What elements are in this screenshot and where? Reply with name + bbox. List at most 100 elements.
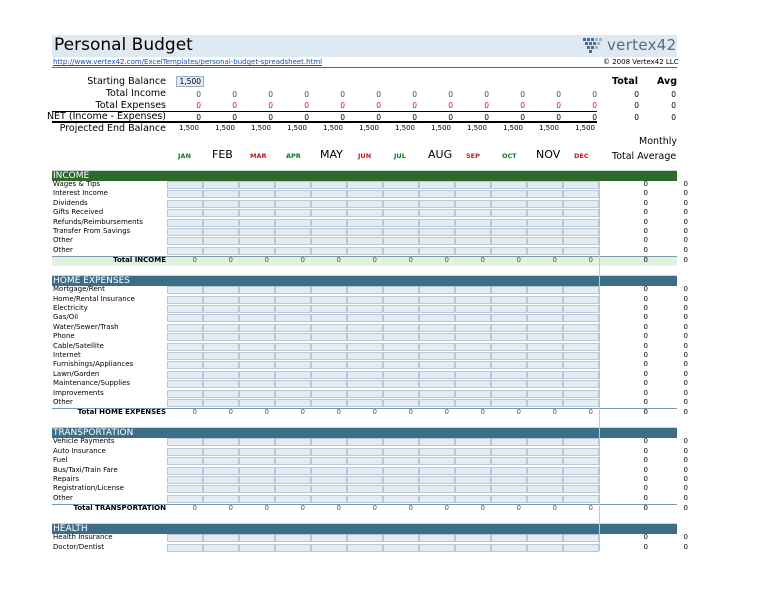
budget-cell[interactable]	[563, 380, 599, 389]
budget-cell[interactable]	[311, 534, 347, 543]
budget-cell[interactable]	[167, 361, 203, 370]
budget-cell[interactable]	[563, 246, 599, 255]
budget-cell[interactable]	[563, 199, 599, 208]
budget-cell[interactable]	[419, 494, 455, 503]
budget-cell[interactable]	[455, 199, 491, 208]
budget-cell[interactable]	[311, 237, 347, 246]
budget-cell[interactable]	[311, 361, 347, 370]
budget-cell[interactable]	[491, 370, 527, 379]
budget-cell[interactable]	[167, 494, 203, 503]
budget-cell[interactable]	[491, 209, 527, 218]
budget-cell[interactable]	[203, 246, 239, 255]
budget-cell[interactable]	[491, 237, 527, 246]
budget-cell[interactable]	[275, 399, 311, 407]
budget-cell[interactable]	[203, 380, 239, 389]
budget-cell[interactable]	[455, 286, 491, 295]
budget-cell[interactable]	[239, 543, 275, 552]
budget-cell[interactable]	[239, 237, 275, 246]
budget-cell[interactable]	[275, 380, 311, 389]
budget-cell[interactable]	[383, 485, 419, 494]
budget-cell[interactable]	[311, 389, 347, 398]
budget-cell[interactable]	[167, 209, 203, 218]
budget-cell[interactable]	[527, 534, 563, 543]
budget-cell[interactable]	[239, 286, 275, 295]
budget-cell[interactable]	[527, 399, 563, 407]
budget-cell[interactable]	[167, 447, 203, 456]
budget-cell[interactable]	[275, 457, 311, 466]
budget-cell[interactable]	[239, 209, 275, 218]
budget-cell[interactable]	[275, 333, 311, 342]
budget-cell[interactable]	[239, 199, 275, 208]
budget-cell[interactable]	[419, 237, 455, 246]
budget-cell[interactable]	[167, 323, 203, 332]
budget-cell[interactable]	[383, 314, 419, 323]
budget-cell[interactable]	[347, 181, 383, 189]
budget-cell[interactable]	[491, 494, 527, 503]
budget-cell[interactable]	[527, 466, 563, 475]
budget-cell[interactable]	[491, 380, 527, 389]
budget-cell[interactable]	[239, 228, 275, 236]
budget-cell[interactable]	[167, 476, 203, 484]
budget-cell[interactable]	[347, 457, 383, 466]
budget-cell[interactable]	[203, 389, 239, 398]
budget-cell[interactable]	[347, 466, 383, 475]
budget-cell[interactable]	[527, 190, 563, 199]
budget-cell[interactable]	[167, 457, 203, 466]
budget-cell[interactable]	[311, 399, 347, 407]
budget-cell[interactable]	[167, 380, 203, 389]
budget-cell[interactable]	[347, 485, 383, 494]
budget-cell[interactable]	[203, 399, 239, 407]
budget-cell[interactable]	[527, 361, 563, 370]
budget-cell[interactable]	[455, 485, 491, 494]
budget-cell[interactable]	[167, 352, 203, 360]
budget-cell[interactable]	[347, 438, 383, 447]
budget-cell[interactable]	[239, 457, 275, 466]
budget-cell[interactable]	[419, 352, 455, 360]
budget-cell[interactable]	[419, 286, 455, 295]
budget-cell[interactable]	[347, 286, 383, 295]
budget-cell[interactable]	[347, 209, 383, 218]
budget-cell[interactable]	[311, 485, 347, 494]
budget-cell[interactable]	[491, 246, 527, 255]
budget-cell[interactable]	[563, 181, 599, 189]
budget-cell[interactable]	[491, 190, 527, 199]
budget-cell[interactable]	[455, 438, 491, 447]
budget-cell[interactable]	[167, 314, 203, 323]
budget-cell[interactable]	[275, 237, 311, 246]
budget-cell[interactable]	[455, 370, 491, 379]
budget-cell[interactable]	[563, 466, 599, 475]
budget-cell[interactable]	[527, 218, 563, 227]
budget-cell[interactable]	[203, 447, 239, 456]
budget-cell[interactable]	[275, 286, 311, 295]
budget-cell[interactable]	[419, 314, 455, 323]
budget-cell[interactable]	[563, 447, 599, 456]
budget-cell[interactable]	[239, 181, 275, 189]
budget-cell[interactable]	[419, 380, 455, 389]
budget-cell[interactable]	[203, 543, 239, 552]
budget-cell[interactable]	[275, 447, 311, 456]
budget-cell[interactable]	[419, 228, 455, 236]
budget-cell[interactable]	[311, 314, 347, 323]
budget-cell[interactable]	[455, 352, 491, 360]
budget-cell[interactable]	[383, 190, 419, 199]
budget-cell[interactable]	[239, 494, 275, 503]
budget-cell[interactable]	[275, 246, 311, 255]
budget-cell[interactable]	[275, 534, 311, 543]
budget-cell[interactable]	[239, 352, 275, 360]
budget-cell[interactable]	[203, 228, 239, 236]
budget-cell[interactable]	[239, 295, 275, 304]
budget-cell[interactable]	[383, 218, 419, 227]
budget-cell[interactable]	[491, 181, 527, 189]
budget-cell[interactable]	[311, 181, 347, 189]
budget-cell[interactable]	[383, 543, 419, 552]
budget-cell[interactable]	[239, 305, 275, 313]
budget-cell[interactable]	[347, 352, 383, 360]
budget-cell[interactable]	[167, 295, 203, 304]
budget-cell[interactable]	[419, 447, 455, 456]
budget-cell[interactable]	[419, 389, 455, 398]
budget-cell[interactable]	[203, 466, 239, 475]
budget-cell[interactable]	[275, 476, 311, 484]
budget-cell[interactable]	[383, 323, 419, 332]
budget-cell[interactable]	[563, 314, 599, 323]
budget-cell[interactable]	[455, 457, 491, 466]
